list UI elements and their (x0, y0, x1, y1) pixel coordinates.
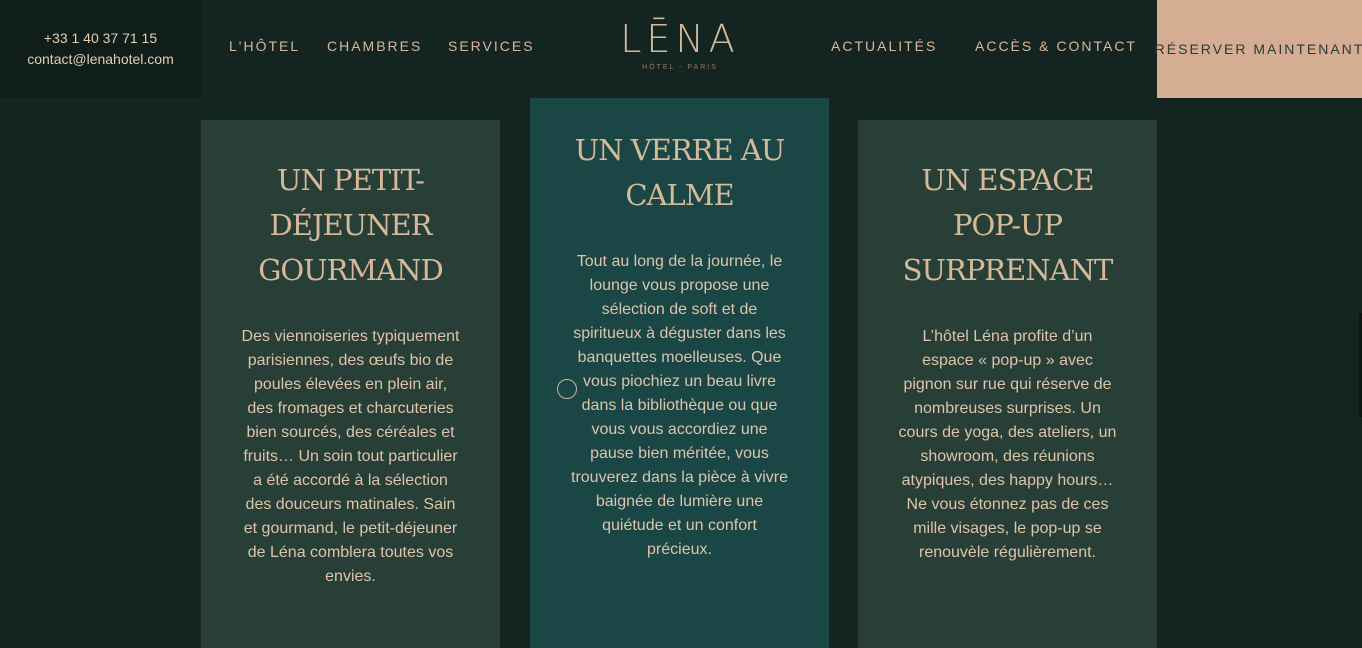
contact-box: +33 1 40 37 71 15 contact@lenahotel.com (0, 0, 201, 98)
card-title: UN ESPACE POP-UP SURPRENANT (902, 163, 1114, 287)
cursor-indicator (557, 379, 577, 399)
nav-services[interactable]: SERVICES (448, 38, 535, 54)
card-title: UN VERRE AU CALME (574, 133, 786, 212)
nav-actualites[interactable]: ACTUALITÉS (831, 38, 937, 54)
logo-tagline: HÔTEL - PARIS (642, 64, 718, 71)
logo-wordmark: LĒNA (620, 17, 740, 61)
reserve-button[interactable]: RÉSERVER MAINTENANT (1155, 0, 1362, 98)
card-body: Des viennoiseries typiquement parisienne… (241, 328, 460, 585)
card-popup: UN ESPACE POP-UP SURPRENANT L’hôtel Léna… (858, 120, 1157, 648)
phone-link[interactable]: +33 1 40 37 71 15 (44, 28, 157, 49)
email-link[interactable]: contact@lenahotel.com (27, 49, 174, 70)
card-body: L’hôtel Léna profite d’un espace « pop-u… (898, 328, 1117, 561)
nav-hotel[interactable]: L'HÔTEL (229, 38, 300, 54)
hotel-logo[interactable]: LĒNA HÔTEL - PARIS (597, 16, 763, 82)
nav-acces-contact[interactable]: ACCÈS & CONTACT (975, 38, 1137, 54)
site-header: +33 1 40 37 71 15 contact@lenahotel.com … (0, 0, 1362, 98)
card-title: UN PETIT-DÉJEUNER GOURMAND (258, 163, 443, 287)
nav-chambres[interactable]: CHAMBRES (327, 38, 422, 54)
card-breakfast: UN PETIT-DÉJEUNER GOURMAND Des viennoise… (201, 120, 500, 648)
card-lounge: UN VERRE AU CALME Tout au long de la jou… (530, 98, 829, 648)
card-body: Tout au long de la journée, le lounge vo… (571, 253, 788, 558)
